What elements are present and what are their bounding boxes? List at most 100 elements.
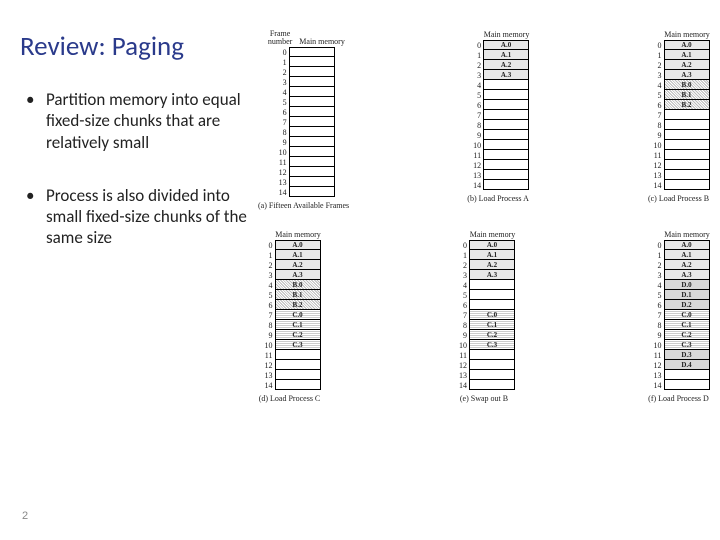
frame-index: 10 (648, 341, 664, 350)
frame: 0A.0 (648, 240, 710, 250)
frame-index: 5 (648, 291, 664, 300)
frame-index: 12 (648, 361, 664, 370)
paging-diagram: Frame numberMain memory01234567891011121… (258, 30, 710, 522)
frame-cell: A.3 (664, 70, 710, 80)
frame: 13 (648, 170, 710, 180)
frame: 0A.0 (453, 240, 515, 250)
frame-index: 2 (273, 68, 289, 77)
frame: 8C.1 (648, 320, 710, 330)
frame: 6B.2 (648, 100, 710, 110)
frame-cell (483, 130, 529, 140)
frame-cell: D.2 (664, 300, 710, 310)
frame-index: 4 (467, 81, 483, 90)
frame: 0A.0 (467, 40, 529, 50)
frame: 8 (648, 120, 710, 130)
frame: 10 (273, 147, 335, 157)
frame-index: 1 (648, 51, 664, 60)
frame-index: 0 (467, 41, 483, 50)
main-memory-header: Main memory (299, 37, 345, 46)
frame-index: 11 (453, 351, 469, 360)
frame: 10C.3 (259, 340, 321, 350)
frame: 11 (273, 157, 335, 167)
main-memory-header: Main memory (275, 230, 321, 239)
frame-index: 6 (648, 101, 664, 110)
frame-index: 8 (259, 321, 275, 330)
frame-cell: A.0 (664, 40, 710, 50)
frame-index: 4 (259, 281, 275, 290)
frame-cell: A.3 (275, 270, 321, 280)
frame: 7 (273, 117, 335, 127)
frame: 8C.1 (453, 320, 515, 330)
frame-index: 0 (648, 241, 664, 250)
frame-index: 8 (648, 121, 664, 130)
frame-cell: C.2 (469, 330, 515, 340)
frame-cell: A.2 (483, 60, 529, 70)
frame-cell (664, 180, 710, 190)
frame: 1A.1 (467, 50, 529, 60)
main-memory-header: Main memory (664, 230, 710, 239)
frame: 14 (453, 380, 515, 390)
frame-index: 4 (648, 81, 664, 90)
frame-index: 14 (273, 188, 289, 197)
frame-cell (289, 117, 335, 127)
frame-cell: A.2 (275, 260, 321, 270)
memory-panel-a: Frame numberMain memory01234567891011121… (258, 30, 349, 210)
frame-index: 11 (259, 351, 275, 360)
frame-index: 3 (648, 271, 664, 280)
frame: 2A.2 (453, 260, 515, 270)
frame-index: 10 (273, 148, 289, 157)
frame-cell: A.2 (664, 260, 710, 270)
frame-cell: C.1 (469, 320, 515, 330)
frame: 5 (467, 90, 529, 100)
frame: 12 (648, 160, 710, 170)
frame-index: 5 (648, 91, 664, 100)
frame-index: 14 (259, 381, 275, 390)
frame: 8C.1 (259, 320, 321, 330)
memory-panel-c: Main memory0A.01A.12A.23A.34B.05B.16B.27… (647, 30, 710, 210)
frame-cell (483, 140, 529, 150)
frame-index: 11 (648, 351, 664, 360)
frame-index: 12 (648, 161, 664, 170)
frame: 1A.1 (453, 250, 515, 260)
frame: 0A.0 (259, 240, 321, 250)
frame: 1A.1 (648, 250, 710, 260)
frame: 12 (273, 167, 335, 177)
frame-cell: A.3 (469, 270, 515, 280)
frame: 2A.2 (259, 260, 321, 270)
frame-cell (664, 150, 710, 160)
frame: 9C.2 (648, 330, 710, 340)
frame: 13 (648, 370, 710, 380)
frame-cell: C.3 (469, 340, 515, 350)
frame-index: 5 (453, 291, 469, 300)
frame-index: 13 (259, 371, 275, 380)
frame-cell (275, 350, 321, 360)
frame: 7 (648, 110, 710, 120)
frame-index: 0 (453, 241, 469, 250)
frame: 7 (467, 110, 529, 120)
frame-number-header: Frame number (262, 30, 298, 46)
frame: 12D.4 (648, 360, 710, 370)
frame-index: 6 (467, 101, 483, 110)
frame-index: 8 (648, 321, 664, 330)
frame-index: 8 (467, 121, 483, 130)
panel-caption: (c) Load Process B (648, 194, 709, 203)
frame-cell: A.1 (664, 50, 710, 60)
frame: 14 (467, 180, 529, 190)
frame-index: 8 (273, 128, 289, 137)
frame-cell (483, 170, 529, 180)
frame-cell: D.1 (664, 290, 710, 300)
slide-title: Review: Paging (20, 30, 258, 63)
frame-cell (469, 300, 515, 310)
panel-caption: (e) Swap out B (460, 394, 508, 403)
frame: 9 (273, 137, 335, 147)
frame-cell (483, 160, 529, 170)
memory-panel-d: Main memory0A.01A.12A.23A.34B.05B.16B.27… (258, 230, 321, 403)
frame: 8 (273, 127, 335, 137)
frame-cell (289, 67, 335, 77)
frame-cell (289, 177, 335, 187)
frame-cell (664, 170, 710, 180)
frame-cell (469, 280, 515, 290)
frame-index: 5 (259, 291, 275, 300)
frame-index: 13 (648, 171, 664, 180)
frame: 3A.3 (648, 70, 710, 80)
